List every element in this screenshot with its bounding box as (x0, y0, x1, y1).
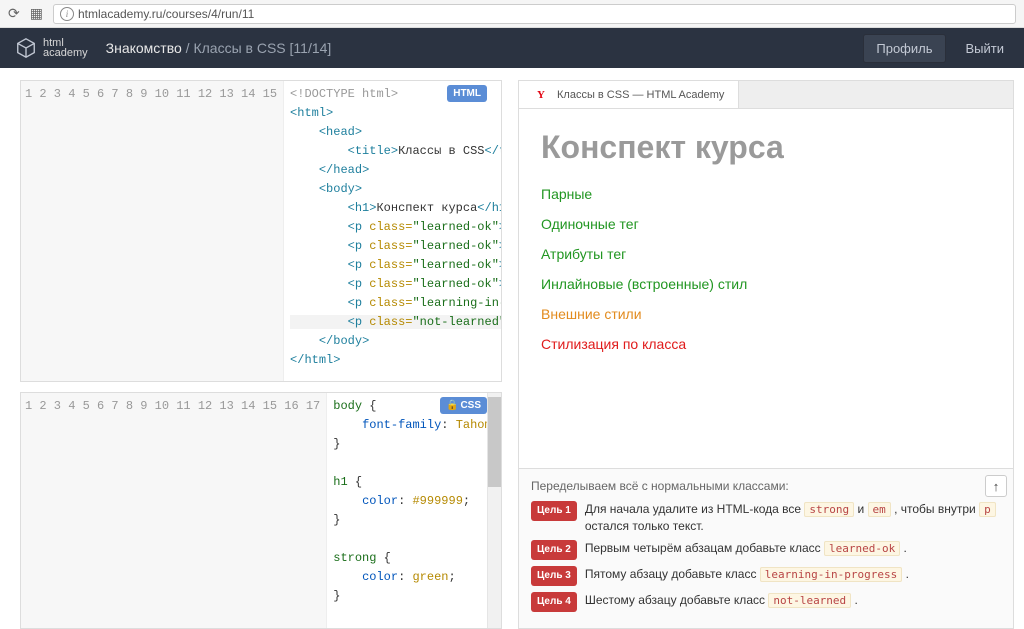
yandex-icon: Y (533, 87, 549, 103)
logo-text: html academy (43, 38, 88, 58)
goal-row: Цель 3 Пятому абзацу добавьте класс learn… (531, 566, 1001, 586)
goals-title: Переделываем всё с нормальными классами: (531, 479, 1001, 493)
profile-button[interactable]: Профиль (863, 34, 945, 63)
goal-pill: Цель 2 (531, 540, 577, 560)
preview-paragraph: Парные (541, 186, 991, 202)
reload-icon[interactable]: ⟳ (8, 5, 20, 22)
goal-row: Цель 2 Первым четырём абзацам добавьте кл… (531, 540, 1001, 560)
editors-pane: HTML 1 2 3 4 5 6 7 8 9 10 11 12 13 14 15… (0, 68, 510, 629)
goal-text: Первым четырём абзацам добавьте класс le… (585, 540, 907, 557)
gutter: 1 2 3 4 5 6 7 8 9 10 11 12 13 14 15 (21, 81, 284, 381)
css-editor[interactable]: 🔒CSS 1 2 3 4 5 6 7 8 9 10 11 12 13 14 15… (20, 392, 502, 629)
goal-text: Пятому абзацу добавьте класс learning-in… (585, 566, 909, 583)
lock-icon: 🔒 (446, 400, 458, 411)
goal-row: Цель 4 Шестому абзацу добавьте класс not-… (531, 592, 1001, 612)
goal-pill: Цель 3 (531, 566, 577, 586)
preview-window: Y Классы в CSS — HTML Academy Конспект к… (518, 80, 1014, 629)
breadcrumb-page: Классы в CSS [11/14] (193, 40, 331, 56)
css-code[interactable]: body { font-family: Tahoma, serif; } h1 … (327, 393, 487, 628)
browser-toolbar: ⟳ ▦ i htmlacademy.ru/courses/4/run/11 (0, 0, 1024, 28)
app-header: html academy Знакомство / Классы в CSS [… (0, 28, 1024, 68)
gutter: 1 2 3 4 5 6 7 8 9 10 11 12 13 14 15 16 1… (21, 393, 327, 628)
logo[interactable]: html academy (15, 37, 88, 59)
preview-paragraph: Атрибуты тег (541, 246, 991, 262)
preview-body: Конспект курса Парные Одиночные тег Атрибу… (519, 109, 1013, 468)
preview-paragraph: Стилизация по класса (541, 336, 991, 352)
preview-paragraph: Инлайновые (встроенные) стил (541, 276, 991, 292)
html-editor[interactable]: HTML 1 2 3 4 5 6 7 8 9 10 11 12 13 14 15… (20, 80, 502, 382)
logout-button[interactable]: Выйти (954, 34, 1017, 63)
main-layout: HTML 1 2 3 4 5 6 7 8 9 10 11 12 13 14 15… (0, 68, 1024, 629)
scroll-thumb[interactable] (488, 397, 501, 487)
preview-heading: Конспект курса (541, 129, 991, 166)
html-badge: HTML (447, 85, 487, 102)
goal-pill: Цель 1 (531, 501, 577, 521)
header-right: Профиль Выйти (863, 34, 1016, 63)
preview-paragraph: Внешние стили (541, 306, 991, 322)
logo-cube-icon (15, 37, 37, 59)
preview-tabbar: Y Классы в CSS — HTML Academy (519, 81, 1013, 109)
css-badge: 🔒CSS (440, 397, 487, 414)
goal-text: Для начала удалите из HTML-кода все stro… (585, 501, 1001, 534)
scrollbar[interactable] (487, 393, 501, 628)
apps-icon[interactable]: ▦ (30, 5, 43, 22)
breadcrumb: Знакомство / Классы в CSS [11/14] (106, 40, 332, 56)
preview-tab[interactable]: Y Классы в CSS — HTML Academy (519, 81, 739, 108)
breadcrumb-root[interactable]: Знакомство (106, 40, 182, 56)
goal-pill: Цель 4 (531, 592, 577, 612)
tab-title: Классы в CSS — HTML Academy (557, 89, 724, 101)
goal-text: Шестому абзацу добавьте класс not-learne… (585, 592, 858, 609)
scroll-up-button[interactable]: ↑ (985, 475, 1007, 497)
goals-panel: ↑ Переделываем всё с нормальными классам… (519, 468, 1013, 628)
preview-paragraph: Одиночные тег (541, 216, 991, 232)
info-icon[interactable]: i (60, 7, 74, 21)
html-code[interactable]: <!DOCTYPE html> <html> <head> <title>Кла… (284, 81, 501, 381)
address-bar[interactable]: i htmlacademy.ru/courses/4/run/11 (53, 4, 1016, 24)
url-text: htmlacademy.ru/courses/4/run/11 (78, 7, 254, 21)
preview-pane: Y Классы в CSS — HTML Academy Конспект к… (510, 68, 1024, 629)
goal-row: Цель 1 Для начала удалите из HTML-кода вс… (531, 501, 1001, 534)
